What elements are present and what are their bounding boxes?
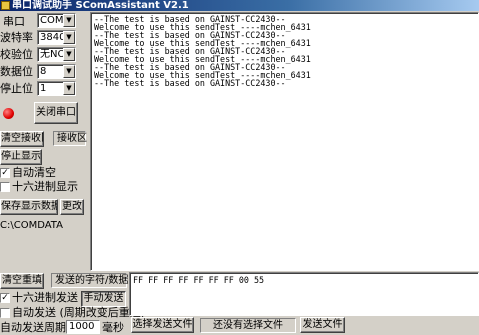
databits-value: 8 bbox=[40, 66, 47, 77]
window-title: 串口调试助手 SComAssistant V2.1 bbox=[12, 0, 189, 11]
auto-clear-label: 自动清空 bbox=[12, 166, 56, 179]
auto-send-label: 自动发送 (周期改变后重选) bbox=[12, 306, 146, 319]
baud-select[interactable]: 38400 ▼ bbox=[37, 30, 76, 45]
auto-clear-checkbox[interactable]: ✓ bbox=[0, 168, 10, 178]
auto-period-input[interactable]: 1000 bbox=[66, 320, 100, 334]
send-textarea[interactable]: FF FF FF FF FF FF FF 00 55 bbox=[129, 272, 479, 316]
chevron-down-icon[interactable]: ▼ bbox=[63, 82, 75, 95]
port-label: 串口 bbox=[3, 15, 25, 28]
receive-area-label: 接收区 bbox=[53, 131, 87, 146]
file-status-text: 还没有选择文件 bbox=[200, 318, 296, 333]
clear-resend-button[interactable]: 清空重填 bbox=[0, 273, 44, 289]
app-icon bbox=[1, 1, 10, 10]
change-path-button[interactable]: 更改 bbox=[60, 199, 84, 215]
close-port-button[interactable]: 关闭串口 bbox=[34, 102, 78, 124]
hex-display-label: 十六进制显示 bbox=[12, 180, 78, 193]
send-chars-label: 发送的字符/数据 bbox=[51, 273, 128, 288]
receive-textarea[interactable]: --The test is based on GAINST-CC2430-- W… bbox=[90, 12, 479, 271]
port-select[interactable]: COM1 ▼ bbox=[37, 13, 76, 28]
select-file-button[interactable]: 选择发送文件 bbox=[131, 317, 194, 333]
chevron-down-icon[interactable]: ▼ bbox=[63, 14, 75, 27]
port-status-led-icon bbox=[3, 108, 14, 119]
save-data-button[interactable]: 保存显示数据 bbox=[0, 199, 58, 215]
manual-send-button[interactable]: 手动发送 bbox=[81, 291, 126, 307]
databits-label: 数据位 bbox=[0, 65, 33, 78]
hex-display-checkbox[interactable] bbox=[0, 182, 10, 192]
hex-send-label: 十六进制发送 bbox=[12, 291, 78, 304]
baud-label: 波特率 bbox=[0, 31, 33, 44]
auto-send-checkbox[interactable] bbox=[0, 308, 10, 318]
stopbits-label: 停止位 bbox=[0, 82, 33, 95]
chevron-down-icon[interactable]: ▼ bbox=[63, 48, 75, 61]
send-file-button[interactable]: 发送文件 bbox=[300, 317, 345, 333]
databits-select[interactable]: 8 ▼ bbox=[37, 64, 76, 79]
chevron-down-icon[interactable]: ▼ bbox=[63, 65, 75, 78]
chevron-down-icon[interactable]: ▼ bbox=[63, 31, 75, 44]
title-bar: 串口调试助手 SComAssistant V2.1 bbox=[0, 0, 479, 11]
stopbits-select[interactable]: 1 ▼ bbox=[37, 81, 76, 96]
save-path-text: C:\COMDATA bbox=[0, 220, 63, 231]
parity-label: 校验位 bbox=[0, 48, 33, 61]
stopbits-value: 1 bbox=[40, 83, 47, 94]
parity-select[interactable]: 无NONE ▼ bbox=[37, 47, 76, 62]
hex-send-checkbox[interactable]: ✓ bbox=[0, 293, 10, 303]
ms-label: 毫秒 bbox=[102, 321, 124, 334]
clear-receive-button[interactable]: 清空接收区 bbox=[0, 131, 44, 147]
stop-display-button[interactable]: 停止显示 bbox=[0, 149, 42, 165]
